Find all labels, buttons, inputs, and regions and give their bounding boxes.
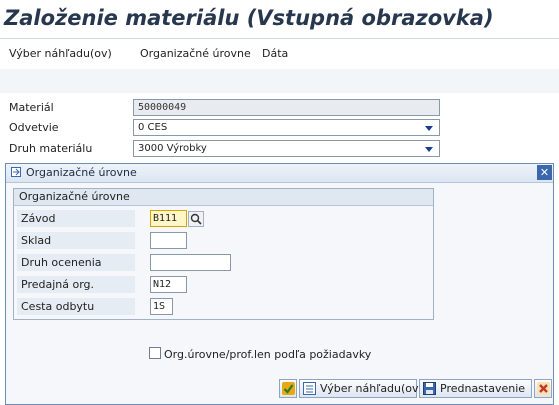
storage-location-label: Sklad [21, 234, 52, 247]
menu-org-levels[interactable]: Organizačné úrovne [140, 47, 251, 60]
org-levels-group: Organizačné úrovne Závod B111 Sklad Druh… [13, 188, 434, 320]
sales-org-row: Predajná org. N12 [14, 275, 433, 295]
window-title: Založenie materiálu (Vstupná obrazovka) [4, 6, 494, 30]
distribution-channel-row: Cesta odbytu 1S [14, 297, 433, 317]
storage-location-input[interactable] [150, 232, 187, 249]
list-select-icon [303, 382, 316, 395]
material-type-value: 3000 Výrobky [138, 143, 207, 154]
group-title: Organizačné úrovne [19, 190, 130, 203]
valuation-type-label: Druh ocenenia [21, 256, 102, 269]
dialog-title: Organizačné úrovne [26, 166, 137, 179]
chevron-down-icon[interactable] [425, 126, 433, 131]
valuation-type-input[interactable] [150, 254, 231, 271]
plant-row: Závod B111 [14, 209, 433, 229]
defaults-button[interactable]: Prednastavenie [419, 379, 532, 398]
sales-org-label: Predajná org. [21, 278, 95, 291]
material-row: Materiál 50000049 [0, 98, 559, 117]
distribution-channel-label: Cesta odbytu [21, 300, 95, 313]
save-icon [423, 382, 436, 395]
material-type-label: Druh materiálu [9, 142, 93, 155]
search-icon [190, 213, 202, 225]
industry-value: 0 CES [138, 122, 168, 133]
select-views-label: Výber náhľadu(ov) [320, 382, 423, 395]
plant-input[interactable]: B111 [150, 210, 187, 227]
material-field: 50000049 [133, 99, 440, 116]
org-levels-dialog: Organizačné úrovne ✕ Organizačné úrovne … [5, 163, 554, 405]
material-type-dropdown[interactable]: 3000 Výrobky [133, 140, 440, 157]
org-levels-checkbox[interactable]: Org.úrovne/prof.len podľa požiadavky [149, 347, 371, 361]
plant-label: Závod [21, 212, 56, 225]
menu-data[interactable]: Dáta [262, 47, 288, 60]
chevron-down-icon[interactable] [425, 147, 433, 152]
window-icon [11, 167, 21, 177]
industry-label: Odvetvie [9, 121, 59, 134]
toolbar-spacer [0, 69, 559, 93]
confirm-button[interactable] [279, 379, 297, 398]
material-type-row: Druh materiálu 3000 Výrobky [0, 139, 559, 158]
menu-select-views[interactable]: Výber náhľadu(ov) [9, 47, 112, 60]
material-label: Materiál [9, 101, 54, 114]
storage-location-row: Sklad [14, 231, 433, 251]
value-help-button[interactable] [188, 211, 204, 227]
dialog-titlebar: Organizačné úrovne ✕ [6, 164, 553, 183]
group-header: Organizačné úrovne [14, 189, 433, 206]
select-views-button[interactable]: Výber náhľadu(ov) [299, 379, 423, 398]
close-icon[interactable]: ✕ [537, 165, 552, 180]
dialog-button-bar: Výber náhľadu(ov) Prednastavenie [6, 374, 553, 404]
valuation-type-row: Druh ocenenia [14, 253, 433, 273]
industry-dropdown[interactable]: 0 CES [133, 119, 440, 136]
defaults-label: Prednastavenie [440, 382, 526, 395]
application-toolbar: Výber náhľadu(ov) Organizačné úrovne Dát… [0, 38, 559, 70]
sales-org-input[interactable]: N12 [150, 276, 187, 293]
industry-row: Odvetvie 0 CES [0, 118, 559, 137]
checkbox[interactable] [149, 347, 161, 359]
checkbox-label: Org.úrovne/prof.len podľa požiadavky [164, 348, 372, 361]
cancel-button[interactable] [534, 379, 552, 398]
cancel-icon [537, 382, 550, 395]
checkmark-icon [282, 382, 295, 395]
distribution-channel-input[interactable]: 1S [150, 298, 173, 315]
